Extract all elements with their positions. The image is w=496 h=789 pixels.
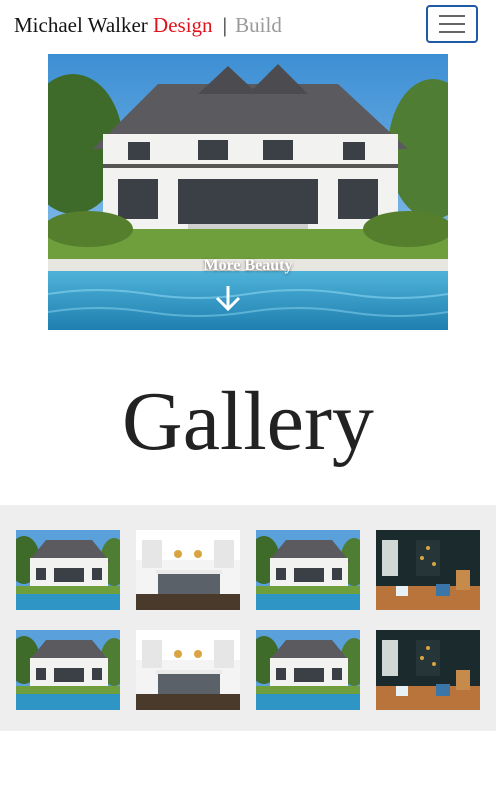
- brand-logo-link[interactable]: Michael Walker Design | Build: [14, 11, 282, 39]
- gallery-thumbnail-house-exterior[interactable]: [256, 630, 360, 710]
- gallery-thumbnail-kitchen[interactable]: [136, 630, 240, 710]
- arrow-down-icon[interactable]: [215, 284, 241, 312]
- hamburger-menu-icon: [439, 15, 465, 33]
- brand-separator: |: [222, 13, 228, 37]
- brand-name: Michael Walker: [14, 13, 148, 37]
- hero-image: More Beauty: [48, 54, 448, 330]
- brand-design: Design: [153, 13, 213, 37]
- navbar-toggle-button[interactable]: [426, 5, 478, 43]
- gallery-grid: [0, 505, 496, 731]
- brand-build: Build: [235, 13, 282, 37]
- gallery-thumbnail-house-exterior[interactable]: [256, 530, 360, 610]
- gallery-thumbnail-dark-den[interactable]: [376, 630, 480, 710]
- gallery-thumbnail-house-exterior[interactable]: [16, 530, 120, 610]
- gallery-thumbnail-dark-den[interactable]: [376, 530, 480, 610]
- navbar: Michael Walker Design | Build: [0, 0, 496, 54]
- gallery-thumbnail-kitchen[interactable]: [136, 530, 240, 610]
- gallery-thumbnail-house-exterior[interactable]: [16, 630, 120, 710]
- hero-caption-link[interactable]: More Beauty: [48, 257, 448, 275]
- gallery-heading: Gallery: [122, 375, 374, 468]
